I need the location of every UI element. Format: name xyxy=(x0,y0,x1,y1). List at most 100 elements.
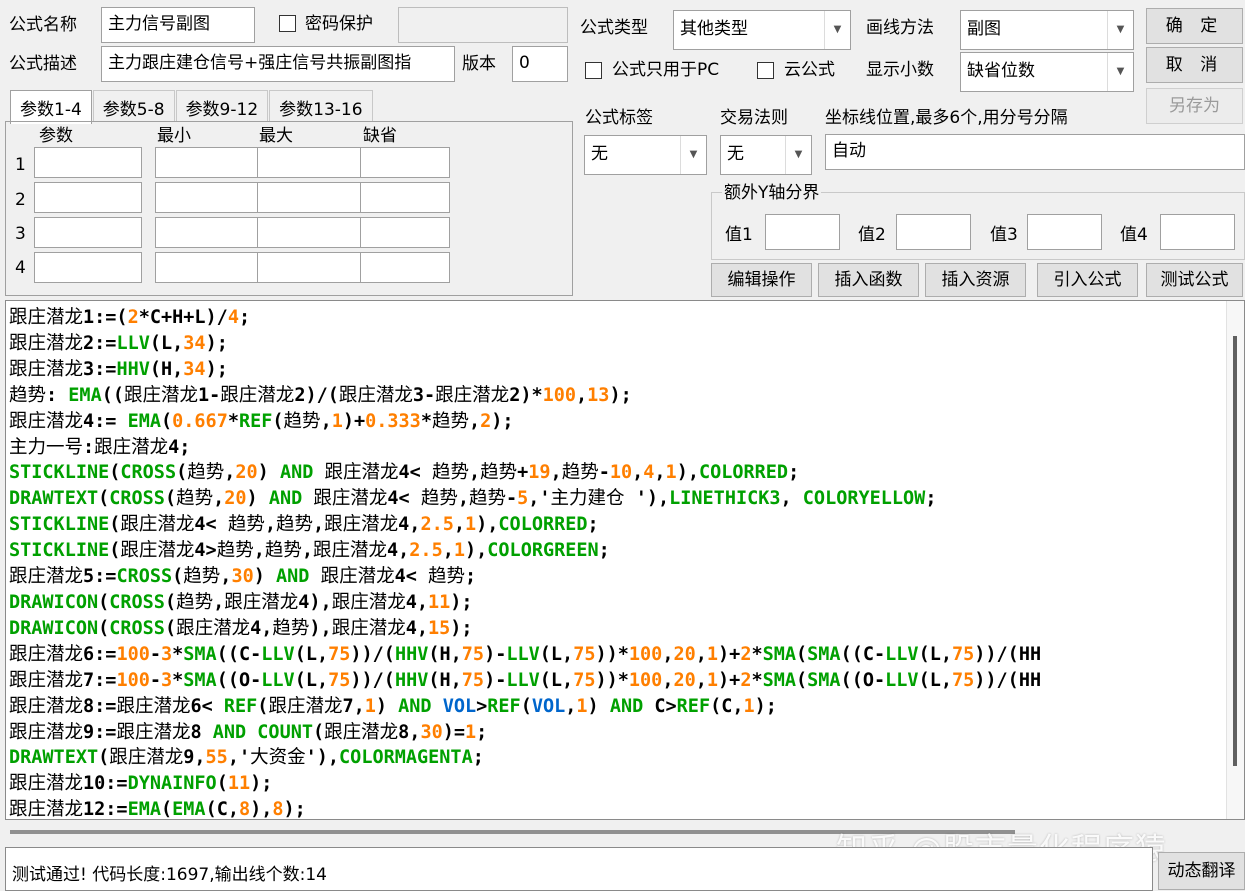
cancel-button[interactable]: 取 消 xyxy=(1146,47,1243,83)
decimals-select[interactable]: 缺省位数 ▼ xyxy=(960,52,1134,92)
formula-name-label: 公式名称 xyxy=(9,15,77,35)
pc-only-label: 公式只用于PC xyxy=(612,60,720,80)
dynamic-translate-button[interactable]: 动态翻译 xyxy=(1158,852,1245,890)
y-value-3-input[interactable] xyxy=(1027,214,1102,250)
param-header: 缺省 xyxy=(363,126,397,146)
code-editor[interactable]: 跟庄潜龙1:=(2*C+H+L)/4; 跟庄潜龙2:=LLV(L,34); 跟庄潜龙… xyxy=(5,300,1245,820)
y-value-4-input[interactable] xyxy=(1160,214,1235,250)
code-line: 跟庄潜龙1:=(2*C+H+L)/4; xyxy=(9,307,251,328)
tab-params-9-12[interactable]: 参数9-12 xyxy=(175,90,269,122)
code-line: 趋势: EMA((跟庄潜龙1-跟庄潜龙2)/(跟庄潜龙3-跟庄潜龙2)*100,… xyxy=(9,384,632,406)
param-max-input[interactable] xyxy=(257,217,365,248)
param-tabs: 参数1-4 参数5-8 参数9-12 参数13-16 xyxy=(10,90,374,124)
password-input[interactable] xyxy=(398,7,568,43)
tab-params-5-8[interactable]: 参数5-8 xyxy=(92,90,175,122)
tab-params-1-4[interactable]: 参数1-4 xyxy=(10,90,92,124)
trade-rule-value: 无 xyxy=(727,144,744,164)
code-line: 跟庄潜龙10:=DYNAINFO(11); xyxy=(9,773,273,795)
extra-y-axis-label: 额外Y轴分界 xyxy=(722,183,822,203)
param-default-input[interactable] xyxy=(360,217,450,248)
chevron-down-icon: ▼ xyxy=(824,11,850,49)
param-min-input[interactable] xyxy=(155,147,263,178)
param-name-input[interactable] xyxy=(34,147,142,178)
param-max-input[interactable] xyxy=(257,182,365,213)
axis-position-input[interactable]: 自动 xyxy=(825,134,1245,170)
tab-params-13-16[interactable]: 参数13-16 xyxy=(269,90,373,122)
param-max-input[interactable] xyxy=(257,147,365,178)
edit-ops-button[interactable]: 编辑操作 xyxy=(711,263,812,297)
param-header: 最小 xyxy=(157,126,191,146)
save-as-button[interactable]: 另存为 xyxy=(1146,88,1243,124)
param-row-label: 3 xyxy=(15,224,26,244)
param-name-input[interactable] xyxy=(34,252,142,283)
formula-type-label: 公式类型 xyxy=(580,18,648,38)
param-row-label: 1 xyxy=(15,155,26,175)
draw-method-select[interactable]: 副图 ▼ xyxy=(960,10,1134,50)
insert-function-button[interactable]: 插入函数 xyxy=(818,263,919,297)
chevron-down-icon: ▼ xyxy=(680,136,706,174)
pc-only-checkbox[interactable] xyxy=(585,62,602,79)
code-line: 跟庄潜龙7:=100-3*SMA((O-LLV(L,75))/(HHV(H,75… xyxy=(9,669,1042,691)
code-text: 跟庄潜龙1:=(2*C+H+L)/4; 跟庄潜龙2:=LLV(L,34); 跟庄潜龙… xyxy=(9,305,1042,820)
chevron-down-icon: ▼ xyxy=(1107,11,1133,49)
code-line: 跟庄潜龙12:=EMA(EMA(C,8),8); xyxy=(9,799,306,820)
code-line: DRAWTEXT(CROSS(趋势,20) AND 跟庄潜龙4< 趋势,趋势-5… xyxy=(9,488,937,510)
chevron-down-icon: ▼ xyxy=(785,136,811,174)
param-header: 最大 xyxy=(259,126,293,146)
param-default-input[interactable] xyxy=(360,252,450,283)
code-line: 跟庄潜龙9:=跟庄潜龙8 AND COUNT(跟庄潜龙8,30)=1; xyxy=(9,721,488,743)
y-value-4-label: 值4 xyxy=(1120,225,1148,245)
vertical-scrollbar[interactable] xyxy=(1226,301,1244,819)
code-line: STICKLINE(跟庄潜龙4< 趋势,趋势,跟庄潜龙4,2.5,1),COLO… xyxy=(9,514,599,536)
param-default-input[interactable] xyxy=(360,147,450,178)
cloud-label: 云公式 xyxy=(784,60,835,80)
param-name-input[interactable] xyxy=(34,217,142,248)
code-line: DRAWICON(CROSS(趋势,跟庄潜龙4),跟庄潜龙4,11); xyxy=(9,591,473,613)
code-line: STICKLINE(跟庄潜龙4>趋势,趋势,跟庄潜龙4,2.5,1),COLOR… xyxy=(9,540,610,562)
import-formula-button[interactable]: 引入公式 xyxy=(1037,263,1138,297)
y-value-2-input[interactable] xyxy=(896,214,971,250)
ok-button[interactable]: 确 定 xyxy=(1146,8,1243,44)
formula-desc-label: 公式描述 xyxy=(9,54,77,74)
formula-tag-value: 无 xyxy=(591,144,608,164)
draw-method-value: 副图 xyxy=(967,19,1001,39)
password-checkbox[interactable] xyxy=(279,15,296,32)
password-label: 密码保护 xyxy=(305,14,373,34)
trade-rule-select[interactable]: 无 ▼ xyxy=(720,135,812,175)
trade-rule-label: 交易法则 xyxy=(720,108,788,128)
formula-type-value: 其他类型 xyxy=(680,19,748,39)
formula-desc-input[interactable]: 主力跟庄建仓信号+强庄信号共振副图指 xyxy=(101,46,455,82)
status-message: 测试通过! 代码长度:1697,输出线个数:14 xyxy=(5,847,1153,891)
y-value-1-input[interactable] xyxy=(765,214,840,250)
code-line: 主力一号:跟庄潜龙4; xyxy=(9,436,191,458)
decimals-label: 显示小数 xyxy=(866,60,934,80)
param-row-label: 2 xyxy=(15,190,26,210)
decimals-value: 缺省位数 xyxy=(967,61,1035,81)
code-line: DRAWTEXT(跟庄潜龙9,55,'大资金'),COLORMAGENTA; xyxy=(9,747,484,769)
test-formula-button[interactable]: 测试公式 xyxy=(1146,263,1243,297)
formula-tag-label: 公式标签 xyxy=(585,108,653,128)
formula-type-select[interactable]: 其他类型 ▼ xyxy=(673,10,851,50)
y-value-3-label: 值3 xyxy=(990,225,1018,245)
axis-position-label: 坐标线位置,最多6个,用分号分隔 xyxy=(825,108,1068,128)
formula-name-input[interactable]: 主力信号副图 xyxy=(101,7,255,43)
y-value-1-label: 值1 xyxy=(725,225,753,245)
code-line: STICKLINE(CROSS(趋势,20) AND 跟庄潜龙4< 趋势,趋势+… xyxy=(9,462,800,484)
param-min-input[interactable] xyxy=(155,252,263,283)
cloud-checkbox[interactable] xyxy=(757,62,774,79)
param-min-input[interactable] xyxy=(155,182,263,213)
code-line: 跟庄潜龙2:=LLV(L,34); xyxy=(9,332,228,354)
param-default-input[interactable] xyxy=(360,182,450,213)
insert-resource-button[interactable]: 插入资源 xyxy=(925,263,1026,297)
code-line: 跟庄潜龙4:= EMA(0.667*REF(趋势,1)+0.333*趋势,2); xyxy=(9,410,514,432)
y-value-2-label: 值2 xyxy=(858,225,886,245)
code-line: 跟庄潜龙6:=100-3*SMA((C-LLV(L,75))/(HHV(H,75… xyxy=(9,643,1042,665)
param-name-input[interactable] xyxy=(34,182,142,213)
param-header: 参数 xyxy=(39,126,73,146)
code-line: 跟庄潜龙8:=跟庄潜龙6< REF(跟庄潜龙7,1) AND VOL>REF(V… xyxy=(9,695,777,717)
param-max-input[interactable] xyxy=(257,252,365,283)
formula-tag-select[interactable]: 无 ▼ xyxy=(584,135,707,175)
version-input[interactable]: 0 xyxy=(512,46,568,82)
scrollbar-thumb[interactable] xyxy=(1233,336,1237,766)
param-min-input[interactable] xyxy=(155,217,263,248)
